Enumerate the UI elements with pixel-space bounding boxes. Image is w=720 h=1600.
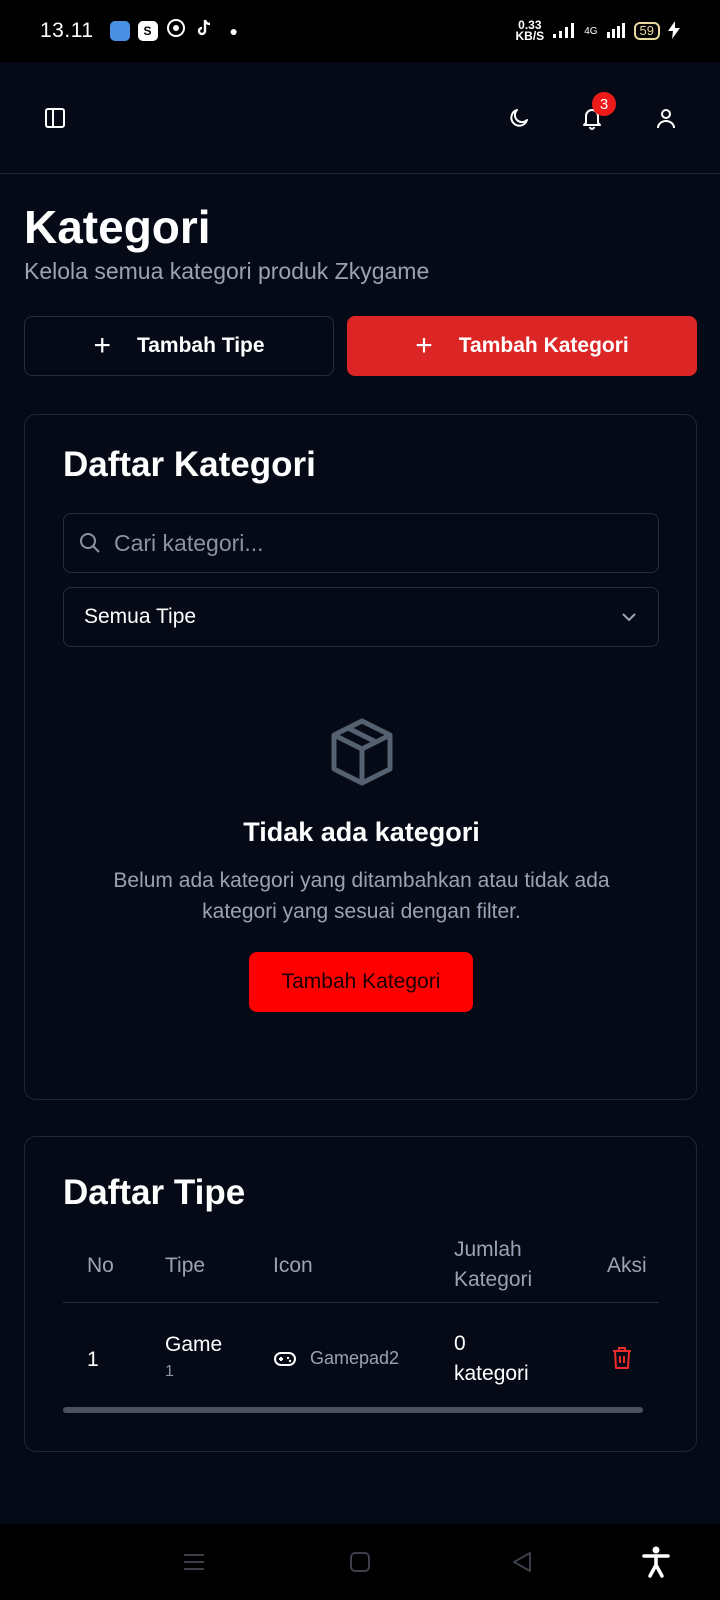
accessibility-icon bbox=[642, 1546, 670, 1578]
search-icon bbox=[80, 533, 100, 553]
speed-unit: KB/S bbox=[515, 29, 545, 43]
column-header-no: No bbox=[87, 1254, 114, 1277]
column-header-action: Aksi bbox=[607, 1254, 647, 1277]
user-icon bbox=[657, 109, 675, 129]
menu-lines-icon bbox=[184, 1554, 204, 1570]
add-type-label: Tambah Tipe bbox=[136, 334, 265, 357]
empty-add-category-button[interactable]: Tambah Kategori bbox=[249, 952, 473, 1012]
empty-state-text: Belum ada kategori yang ditambahkan atau… bbox=[113, 869, 610, 923]
plus-icon: + bbox=[93, 329, 111, 362]
notification-app-icons: S ● bbox=[109, 18, 238, 44]
app-header: 3 bbox=[0, 62, 720, 174]
package-icon bbox=[330, 717, 394, 792]
signal-4g-icon bbox=[606, 22, 626, 41]
trash-icon bbox=[613, 1347, 631, 1369]
column-header-icon: Icon bbox=[273, 1254, 313, 1277]
recent-apps-button[interactable] bbox=[164, 1524, 224, 1600]
notification-badge: 3 bbox=[592, 92, 616, 116]
row-icon-name: Gamepad2 bbox=[310, 1348, 400, 1368]
plus-icon: + bbox=[415, 329, 433, 362]
page-subtitle: Kelola semua kategori produk Zkygame bbox=[24, 258, 430, 284]
column-header-type: Tipe bbox=[165, 1254, 206, 1277]
row-count-value: 0 bbox=[454, 1332, 466, 1355]
type-filter-select[interactable]: Semua Tipe bbox=[63, 587, 659, 647]
type-filter-value: Semua Tipe bbox=[84, 605, 197, 628]
network-speed: 0.33 KB/S bbox=[515, 19, 545, 43]
notifications-button[interactable]: 3 bbox=[572, 92, 616, 138]
add-category-button[interactable]: + Tambah Kategori bbox=[347, 316, 697, 376]
sidebar-toggle-button[interactable] bbox=[35, 98, 75, 138]
add-type-button[interactable]: + Tambah Tipe bbox=[24, 316, 334, 376]
accessibility-button[interactable] bbox=[626, 1524, 686, 1600]
panel-left-icon bbox=[45, 108, 65, 128]
battery-indicator: 59 bbox=[633, 22, 660, 40]
type-list-card: Daftar Tipe No Tipe Icon Jumlah Kategori… bbox=[24, 1136, 697, 1452]
table-horizontal-scrollbar[interactable] bbox=[63, 1407, 643, 1413]
row-count-unit: kategori bbox=[454, 1362, 529, 1385]
shopping-bag-icon: S bbox=[137, 21, 158, 41]
delete-button[interactable] bbox=[611, 1346, 633, 1375]
category-search bbox=[63, 513, 659, 573]
table-header-divider bbox=[63, 1302, 659, 1303]
signal-icon bbox=[552, 22, 576, 41]
moon-icon bbox=[510, 109, 528, 127]
profile-button[interactable] bbox=[646, 98, 686, 138]
whatsapp-icon bbox=[166, 18, 186, 44]
category-list-title: Daftar Kategori bbox=[63, 445, 316, 484]
tiktok-icon bbox=[194, 18, 214, 44]
system-navigation-bar bbox=[0, 1524, 720, 1600]
row-no: 1 bbox=[87, 1348, 99, 1371]
network-type: 4G bbox=[584, 25, 598, 37]
theme-toggle-button[interactable] bbox=[499, 98, 539, 138]
more-notifications-dot: ● bbox=[229, 23, 238, 39]
row-type-name: Game bbox=[165, 1333, 223, 1356]
column-header-count-line2: Kategori bbox=[454, 1268, 533, 1291]
status-time: 13.11 bbox=[40, 19, 94, 42]
row-count: 0 kategori bbox=[454, 1329, 529, 1389]
square-icon bbox=[350, 1552, 370, 1572]
status-right: 0.33 KB/S 4G 59 bbox=[515, 19, 680, 43]
category-list-card: Daftar Kategori Semua Tipe Tidak ada kat… bbox=[24, 414, 697, 1100]
empty-state-title: Tidak ada kategori bbox=[243, 817, 480, 847]
chevron-down-icon bbox=[622, 613, 636, 622]
type-list-title: Daftar Tipe bbox=[63, 1173, 246, 1212]
gamepad-icon bbox=[273, 1349, 297, 1374]
back-triangle-icon bbox=[513, 1552, 531, 1572]
add-category-label: Tambah Kategori bbox=[458, 334, 629, 357]
charging-icon bbox=[668, 20, 680, 42]
back-button[interactable] bbox=[492, 1524, 552, 1600]
home-button[interactable] bbox=[330, 1524, 390, 1600]
app-notification-icon bbox=[109, 21, 130, 41]
column-header-count-line1: Jumlah bbox=[454, 1238, 522, 1261]
column-header-count: Jumlah Kategori bbox=[454, 1235, 532, 1295]
status-bar: 13.11 S ● 0.33 KB/S 4G 59 bbox=[0, 0, 720, 62]
row-type-sub: 1 bbox=[165, 1363, 174, 1380]
search-input[interactable] bbox=[114, 529, 634, 557]
page-title: Kategori bbox=[24, 201, 211, 253]
